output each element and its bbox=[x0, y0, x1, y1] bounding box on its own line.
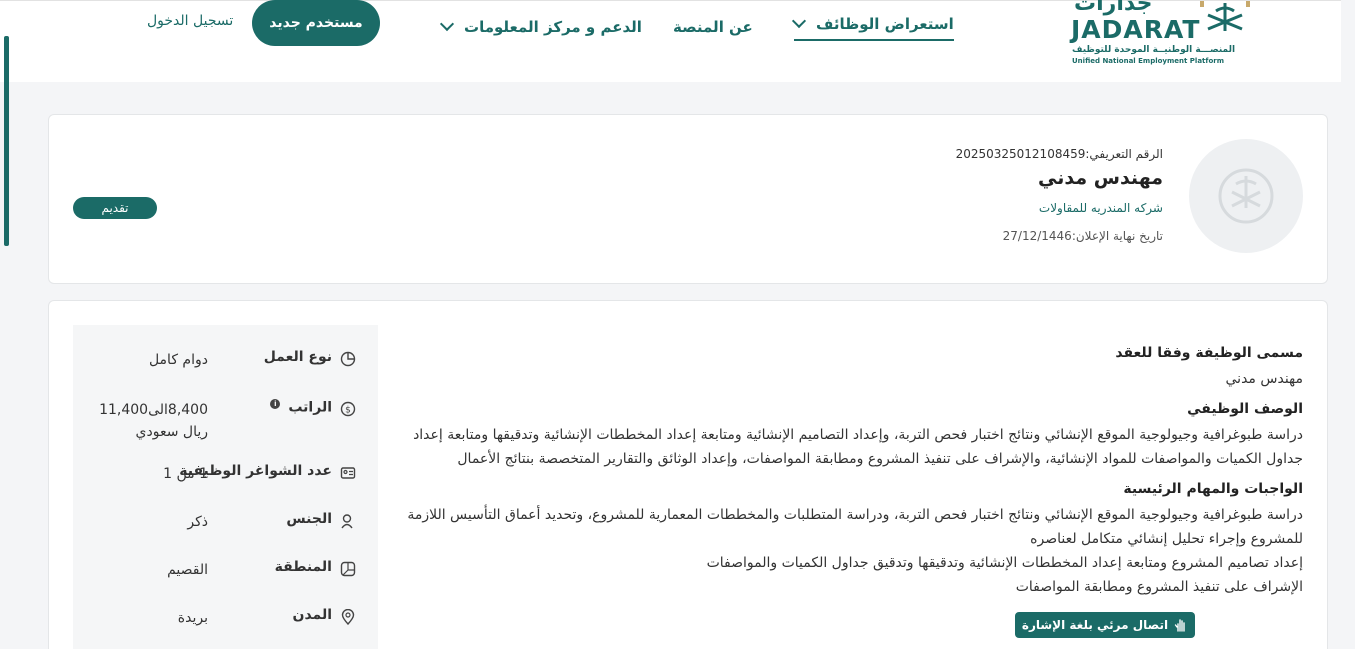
nav-support[interactable]: الدعم و مركز المعلومات bbox=[439, 13, 642, 41]
attr-vacancies: عدد الشواغر الوظيفية 1 من 1 bbox=[88, 463, 356, 485]
map-icon bbox=[340, 561, 356, 577]
attr-value: ذكر bbox=[187, 514, 208, 530]
chevron-down-icon bbox=[791, 13, 807, 29]
nav-browse-jobs-label: استعراض الوظائف bbox=[816, 15, 954, 33]
job-details-card: نوع العمل دوام كامل $ الراتب i 8,400الى11… bbox=[48, 300, 1328, 649]
attr-label: الجنس bbox=[286, 511, 332, 527]
contract-title-heading: مسمى الوظيفة وفقا للعقد bbox=[1115, 345, 1303, 361]
attr-region: المنطقة القصيم bbox=[88, 559, 356, 581]
apply-button[interactable]: تقديم bbox=[73, 197, 157, 219]
login-link[interactable]: تسجيل الدخول bbox=[147, 13, 233, 29]
attr-label: المدن bbox=[292, 607, 332, 623]
logo-word: JADARAT bbox=[1071, 15, 1201, 44]
job-summary-card: الرقم التعريفي:20250325012108459 مهندس م… bbox=[48, 114, 1328, 284]
duty-item: الإشراف على تنفيذ المشروع ومطابقة المواص… bbox=[1015, 579, 1303, 595]
description-text: دراسة طبوغرافية وجيولوجية الموقع الإنشائ… bbox=[413, 427, 1303, 467]
info-icon[interactable]: i bbox=[270, 399, 281, 409]
svg-text:$: $ bbox=[345, 406, 351, 416]
attr-salary: $ الراتب i 8,400الى11,400 ريال سعودي bbox=[88, 399, 356, 443]
job-id: الرقم التعريفي:20250325012108459 bbox=[955, 147, 1163, 161]
top-header: جدارات JADARAT المنصـــة الوطنيــة الموح… bbox=[0, 0, 1341, 82]
company-emblem-icon bbox=[1218, 168, 1274, 224]
company-name-link[interactable]: شركه المندريه للمقاولات bbox=[1039, 201, 1163, 215]
side-accent-bar bbox=[4, 36, 9, 246]
attr-cities: المدن بريدة bbox=[88, 607, 356, 629]
jadarat-logo[interactable]: جدارات JADARAT المنصـــة الوطنيــة الموح… bbox=[1068, 0, 1258, 71]
hand-icon bbox=[1174, 619, 1185, 632]
attr-value: دوام كامل bbox=[148, 352, 208, 368]
job-title: مهندس مدني bbox=[1038, 167, 1163, 189]
duties-heading: الواجبات والمهام الرئيسية bbox=[1123, 481, 1303, 497]
pie-chart-icon bbox=[340, 351, 356, 367]
attr-label: نوع العمل bbox=[263, 349, 332, 365]
location-pin-icon bbox=[341, 609, 355, 625]
duty-item: دراسة طبوغرافية وجيولوجية الموقع الإنشائ… bbox=[407, 507, 1303, 547]
attr-value: بريدة bbox=[177, 610, 208, 626]
description-heading: الوصف الوظيفي bbox=[1187, 401, 1303, 417]
id-card-icon bbox=[340, 467, 356, 479]
nav-about[interactable]: عن المنصة bbox=[673, 13, 753, 41]
job-description-content: مسمى الوظيفة وفقا للعقد مهندس مدني الوصف… bbox=[383, 335, 1303, 601]
new-user-button[interactable]: مستخدم جديد bbox=[252, 0, 380, 46]
sign-language-label: اتصال مرئي بلغة الإشارة bbox=[1021, 618, 1169, 632]
attr-label: الراتب i bbox=[208, 399, 332, 416]
company-logo-placeholder bbox=[1189, 139, 1303, 253]
job-attributes-panel: نوع العمل دوام كامل $ الراتب i 8,400الى11… bbox=[73, 325, 378, 649]
contract-title-value: مهندس مدني bbox=[1225, 371, 1303, 387]
attr-value: القصيم bbox=[167, 562, 208, 578]
logo-subtitle-arabic: المنصـــة الوطنيــة الموحدة للتوظيف bbox=[1072, 45, 1236, 55]
duty-item: إعداد تصاميم المشروع ومتابعة إعداد المخط… bbox=[706, 555, 1303, 571]
saudi-emblem-icon bbox=[1200, 1, 1250, 31]
attr-gender: الجنس ذكر bbox=[88, 511, 356, 533]
money-icon: $ bbox=[340, 401, 356, 417]
sign-language-call-button[interactable]: اتصال مرئي بلغة الإشارة bbox=[1015, 612, 1195, 638]
attr-value: 1 من 1 bbox=[163, 466, 208, 482]
nav-about-label: عن المنصة bbox=[673, 18, 753, 36]
logo-subtitle-english: Unified National Employment Platform bbox=[1072, 57, 1224, 65]
logo-arabic-text: جدارات bbox=[1074, 0, 1153, 16]
nav-browse-jobs[interactable]: استعراض الوظائف bbox=[791, 13, 954, 41]
gender-icon bbox=[341, 514, 353, 529]
attr-label: عدد الشواغر الوظيفية bbox=[179, 463, 332, 479]
nav-support-label: الدعم و مركز المعلومات bbox=[464, 18, 642, 36]
attr-work-type: نوع العمل دوام كامل bbox=[88, 349, 356, 371]
chevron-down-icon bbox=[439, 16, 455, 32]
attr-label: المنطقة bbox=[274, 559, 332, 575]
attr-label-text: الراتب bbox=[288, 399, 332, 416]
ad-deadline: تاريخ نهاية الإعلان:27/12/1446 bbox=[1002, 229, 1163, 243]
attr-value: 8,400الى11,400 ريال سعودي bbox=[99, 402, 208, 440]
